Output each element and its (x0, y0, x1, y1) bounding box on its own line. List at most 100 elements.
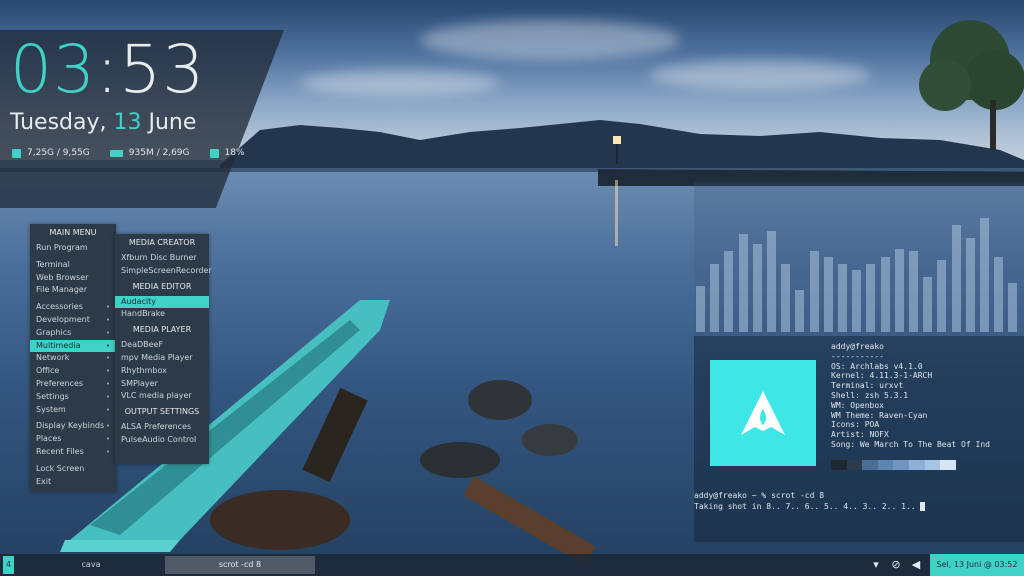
visualizer-bar (894, 249, 904, 332)
clock-hour: 03 (10, 31, 96, 108)
system-info: addy@freako ----------- OS: Archlabs v4.1.… (831, 342, 990, 450)
info-line: Terminal: urxvt (831, 381, 990, 391)
menu-item-label: Preferences (36, 378, 84, 388)
submenu-item[interactable]: mpv Media Player (115, 352, 209, 365)
info-value: We March To The Beat Of Ind (855, 439, 990, 449)
prompt-user: addy@freako (694, 491, 747, 500)
visualizer-bar (880, 257, 890, 332)
visualizer-bar (909, 251, 918, 332)
visualizer-bar (866, 264, 876, 332)
info-line: OS: Archlabs v4.1.0 (831, 362, 990, 372)
info-value: Openbox (845, 400, 884, 410)
visualizer-bar (738, 234, 748, 332)
main-menu-item[interactable]: Settings • (30, 391, 116, 404)
main-menu-item[interactable]: Terminal (30, 259, 116, 272)
submenu-item[interactable]: Audacity (115, 295, 209, 309)
main-menu-item[interactable]: Exit (30, 476, 116, 489)
info-value: Raven-Cyan (874, 410, 928, 420)
submenu-item[interactable]: SMPlayer (115, 378, 209, 391)
submenu-arrow-icon: • (105, 392, 110, 401)
menu-item-label: Lock Screen (36, 463, 85, 473)
color-swatch (940, 460, 956, 470)
main-menu-item[interactable]: Lock Screen (30, 463, 116, 476)
command-output: Taking shot in 8.. 7.. 6.. 5.. 4.. 3.. 2… (694, 502, 921, 511)
info-user-host: addy@freako (831, 342, 884, 351)
info-line: Song: We March To The Beat Of Ind (831, 440, 990, 450)
cpu-value: 18% (224, 148, 245, 158)
clock-separator: : (95, 31, 120, 108)
menu-item-label: Places (36, 434, 62, 444)
task-cava[interactable]: cava (17, 556, 165, 574)
workspace-indicator[interactable]: 4 (3, 556, 14, 574)
network-icon[interactable]: ▾ (870, 557, 882, 573)
submenu-item[interactable]: DeaDBeeF (115, 339, 209, 352)
info-line: Icons: POA (831, 420, 990, 430)
main-menu-item[interactable]: Graphics • (30, 327, 116, 340)
main-menu-item[interactable]: Display Keybinds • (30, 420, 116, 433)
main-menu: MAIN MENU Run Program Terminal Web Browser… (30, 224, 116, 492)
color-swatch (893, 460, 909, 470)
main-menu-item[interactable]: Places • (30, 433, 116, 446)
main-menu-item[interactable]: System • (30, 404, 116, 417)
terminal-output: addy@freako ~ % scrot -cd 8 Taking shot i… (694, 490, 926, 512)
task-scrot[interactable]: scrot -cd 8 (165, 556, 315, 574)
submenu-arrow-icon: • (105, 315, 110, 324)
tree (919, 20, 1024, 150)
color-swatches (831, 460, 956, 470)
submenu-item[interactable]: SimpleScreenRecorder (115, 265, 212, 278)
info-key: Kernel: (831, 371, 865, 381)
terminal-window[interactable]: addy@freako ----------- OS: Archlabs v4.1.… (694, 336, 1024, 542)
main-menu-item[interactable]: Office • (30, 365, 116, 378)
rocks-and-logs (210, 380, 596, 566)
memory-stat: 935M / 2,69G (109, 148, 190, 158)
system-stats: 7,25G / 9,55G 935M / 2,69G 18% (12, 148, 245, 158)
disk-value: 7,25G / 9,55G (27, 148, 90, 158)
paperclip-icon[interactable]: ⊘ (890, 557, 902, 573)
main-menu-item[interactable]: Recent Files • (30, 446, 116, 459)
main-menu-item[interactable]: Network • (30, 352, 116, 365)
submenu-item[interactable]: PulseAudio Control (115, 434, 209, 447)
submenu-item[interactable]: ALSA Preferences (115, 421, 209, 434)
disk-icon (12, 148, 21, 158)
color-swatch (831, 460, 847, 470)
main-menu-item[interactable]: File Manager (30, 284, 116, 297)
date-day: 13 (113, 110, 142, 135)
info-line: Kernel: 4.11.3-1-ARCH (831, 371, 990, 381)
taskbar-clock[interactable]: Sel, 13 Juni @ 03:52 (930, 554, 1024, 576)
color-swatch (862, 460, 878, 470)
menu-item-label: File Manager (36, 285, 87, 295)
submenu-arrow-icon: • (105, 422, 110, 431)
info-value: zsh 5.3.1 (859, 390, 909, 400)
info-value: 4.11.3-1-ARCH (864, 371, 933, 381)
submenu-item[interactable]: HandBrake (115, 308, 209, 321)
main-menu-item[interactable]: Run Program (30, 242, 116, 255)
visualizer-bar (852, 270, 862, 332)
info-line: WM: Openbox (831, 401, 990, 411)
color-swatch (877, 460, 894, 470)
submenu-arrow-icon: • (105, 367, 110, 376)
submenu-item[interactable]: Xfburn Disc Burner (115, 252, 209, 265)
visualizer-bar (696, 286, 705, 332)
main-menu-item[interactable]: Web Browser (30, 272, 116, 285)
main-menu-item[interactable]: Accessories • (30, 301, 116, 314)
submenu-item[interactable]: VLC media player (115, 390, 209, 403)
menu-item-label: Display Keybinds (36, 421, 105, 431)
menu-item-label: Run Program (36, 243, 88, 252)
main-menu-title: MAIN MENU (49, 228, 97, 237)
info-key: OS: (831, 361, 846, 371)
volume-icon[interactable]: ◀ (910, 557, 922, 573)
cpu-stat: 18% (209, 148, 245, 158)
prompt-command: ~ % scrot -cd 8 (746, 491, 825, 500)
visualizer-bar (724, 251, 734, 332)
submenu-arrow-icon: • (105, 379, 110, 388)
menu-item-label: Accessories (36, 302, 83, 312)
submenu-arrow-icon: • (105, 328, 110, 337)
date-month: June (148, 110, 197, 135)
info-line: Shell: zsh 5.3.1 (831, 391, 990, 401)
menu-item-label: Office (36, 366, 60, 376)
menu-item-label: Settings (36, 391, 69, 401)
main-menu-item[interactable]: Multimedia • (30, 339, 116, 353)
submenu-item[interactable]: Rhythmbox (115, 365, 209, 378)
main-menu-item[interactable]: Preferences • (30, 378, 116, 391)
main-menu-item[interactable]: Development • (30, 314, 116, 327)
